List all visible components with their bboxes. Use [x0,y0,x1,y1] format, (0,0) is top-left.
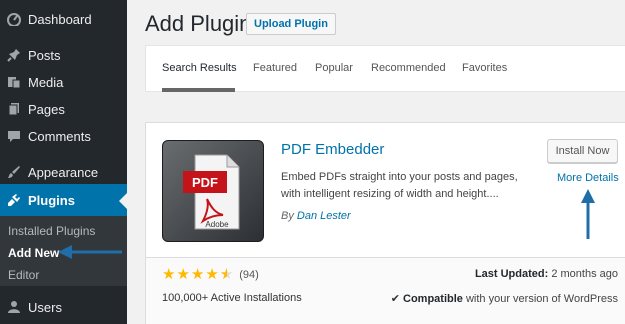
user-icon [6,299,22,315]
sidebar-item-label: Pages [28,101,65,117]
submenu-item-add-new[interactable]: Add New [8,246,59,260]
brush-icon [6,164,22,180]
plug-icon [6,192,22,208]
tab-search-results[interactable]: Search Results [162,62,237,74]
checkmark-icon: ✔ [390,293,400,305]
admin-sidebar: Dashboard Posts Media Pages Comments App… [0,0,127,324]
comments-icon [6,128,22,144]
media-icon [6,74,22,90]
sidebar-item-label: Users [28,299,62,315]
sidebar-item-dashboard[interactable]: Dashboard [0,6,127,32]
last-updated-label: Last Updated: [474,268,549,280]
sidebar-item-posts[interactable]: Posts [0,42,127,68]
annotation-arrow-left-icon [58,245,122,259]
sidebar-item-label: Media [28,74,64,90]
pages-icon [6,101,22,117]
plugin-filter-tabs: Search Results Featured Popular Recommen… [145,45,625,92]
tab-recommended[interactable]: Recommended [371,62,446,74]
sidebar-item-appearance[interactable]: Appearance [0,159,127,185]
sidebar-item-label: Posts [28,47,61,63]
author-link[interactable]: Dan Lester [297,210,351,222]
sidebar-item-label: Appearance [28,164,99,180]
plugin-thumbnail[interactable]: PDF Adobe [162,140,264,242]
star-half-icon: ★★ [219,266,234,283]
upload-plugin-button[interactable]: Upload Plugin [246,13,336,35]
active-installations: 100,000+ Active Installations [162,292,302,304]
tab-favorites[interactable]: Favorites [462,62,507,74]
submenu-item-editor[interactable]: Editor [8,268,39,282]
active-menu-notch [119,193,127,209]
rating-count[interactable]: (94) [239,269,259,281]
plugin-description: Embed PDFs straight into your posts and … [281,171,518,200]
sidebar-item-comments[interactable]: Comments [0,123,127,149]
active-tab-indicator [162,88,235,92]
annotation-arrow-up-icon [581,189,595,239]
plugin-rating: ★ ★ ★ ★ ★★ (94) [162,267,259,282]
plugin-author: By Dan Lester [281,210,351,222]
star-filled-icon: ★ [205,266,219,283]
more-details-link[interactable]: More Details [557,172,619,184]
compatibility-status: ✔ Compatible with your version of WordPr… [391,292,618,305]
install-now-button[interactable]: Install Now [547,139,618,163]
tab-featured[interactable]: Featured [253,62,297,74]
author-prefix: By [281,210,294,222]
last-updated: Last Updated: 2 months ago [475,268,618,280]
last-updated-value: 2 months ago [551,268,618,280]
compatible-text: with your version of WordPress [465,293,618,305]
star-filled-icon: ★ [162,266,176,283]
sidebar-item-users[interactable]: Users [0,294,127,320]
plugin-card-top: PDF Adobe PDF Embedder Embed PDFs straig… [146,123,625,257]
pdf-document-icon: PDF Adobe [183,154,240,230]
tab-popular[interactable]: Popular [315,62,353,74]
thumb-adobe-text: Adobe [205,220,229,229]
star-filled-icon: ★ [176,266,190,283]
dashboard-icon [6,11,22,27]
sidebar-item-label: Comments [28,128,91,144]
thumb-pdf-text: PDF [192,175,218,190]
sidebar-item-pages[interactable]: Pages [0,96,127,122]
plugin-card: PDF Adobe PDF Embedder Embed PDFs straig… [145,122,625,324]
pin-icon [6,47,22,63]
sidebar-item-media[interactable]: Media [0,69,127,95]
plugin-card-bottom: ★ ★ ★ ★ ★★ (94) 100,000+ Active Installa… [146,257,625,324]
compatible-label: Compatible [403,293,463,305]
sidebar-item-plugins[interactable]: Plugins [0,184,127,216]
sidebar-item-label: Dashboard [28,11,92,27]
page-title: Add Plugins [145,11,263,36]
star-filled-icon: ★ [190,266,205,283]
sidebar-item-label: Plugins [28,192,75,208]
submenu-item-installed-plugins[interactable]: Installed Plugins [8,224,95,238]
plugin-name-link[interactable]: PDF Embedder [281,141,384,158]
